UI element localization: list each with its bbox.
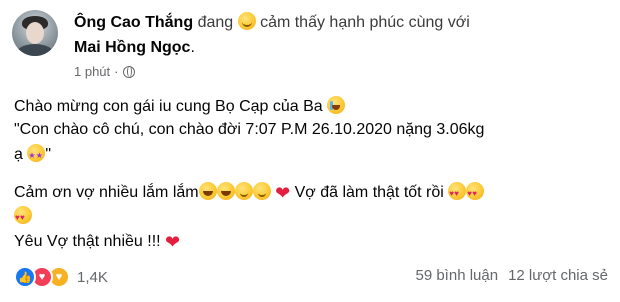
avatar-face <box>26 22 44 44</box>
heart-eyes-emoji-icon <box>448 182 467 204</box>
post-line-1: Chào mừng con gái iu cung Bọ Cạp của Ba <box>14 96 614 117</box>
star-struck-emoji-icon <box>27 144 46 166</box>
post-stats: 59 bình luận 12 lượt chia sẻ <box>415 267 608 284</box>
post-text-line-4b: Vợ đã làm thật tốt rồi <box>294 184 444 201</box>
post-line-2: "Con chào cô chú, con chào đời 7:07 P.M … <box>14 120 614 140</box>
post-text-line-2: "Con chào cô chú, con chào đời 7:07 P.M … <box>14 121 485 138</box>
heart-eyes-emoji-icon <box>14 206 32 228</box>
post-header-line2: Mai Hồng Ngọc. <box>74 38 614 58</box>
post-text-line-1: Chào mừng con gái iu cung Bọ Cạp của Ba <box>14 98 323 115</box>
tagged-suffix: . <box>190 39 195 56</box>
globe-icon[interactable] <box>122 65 135 78</box>
meta-separator: · <box>114 64 119 79</box>
post-header: Ông Cao Thắng đang cảm thấy hạnh phúc cù… <box>74 12 614 33</box>
avatar-body <box>16 44 54 56</box>
red-heart-icon: ❤ <box>275 183 291 203</box>
post-text-line-6: Yêu Vợ thật nhiều !!! <box>14 233 161 250</box>
share-count[interactable]: 12 lượt chia sẻ <box>508 267 608 284</box>
comment-count[interactable]: 59 bình luận <box>415 267 498 284</box>
post-text-line-3: ạ <box>14 146 23 163</box>
grin-sweat-emoji-icon <box>216 182 235 200</box>
status-prefix: đang <box>197 14 234 31</box>
tears-of-joy-emoji-icon <box>327 96 346 114</box>
author-avatar[interactable] <box>12 10 58 56</box>
reactions-summary[interactable]: 👍 ♥ ♥ 1,4K <box>14 266 108 288</box>
post-meta: 1 phút · <box>74 64 135 79</box>
red-heart-icon: ❤ <box>165 232 181 252</box>
author-name[interactable]: Ông Cao Thắng <box>74 14 193 31</box>
post-line-3: ạ " <box>14 144 614 166</box>
post-line-6: Yêu Vợ thật nhiều !!! ❤ <box>14 232 614 252</box>
relieved-emoji-icon <box>234 182 253 200</box>
post-text-line-4a: Cảm ơn vợ nhiều lắm lắm <box>14 184 199 201</box>
grin-sweat-emoji-icon <box>198 182 217 200</box>
smile-emoji-icon <box>252 182 271 200</box>
post-time[interactable]: 1 phút <box>74 64 110 79</box>
like-icon: 👍 <box>14 266 36 288</box>
post-text-line-3-end: " <box>45 146 52 163</box>
status-text: cảm thấy hạnh phúc cùng với <box>260 14 470 31</box>
reaction-count[interactable]: 1,4K <box>77 269 108 286</box>
happy-emoji-icon <box>237 12 256 30</box>
tagged-person[interactable]: Mai Hồng Ngọc <box>74 39 190 56</box>
post-line-5 <box>14 206 614 228</box>
heart-eyes-emoji-icon <box>466 182 485 204</box>
post-line-4: Cảm ơn vợ nhiều lắm lắm ❤ Vợ đã làm thật… <box>14 182 614 204</box>
